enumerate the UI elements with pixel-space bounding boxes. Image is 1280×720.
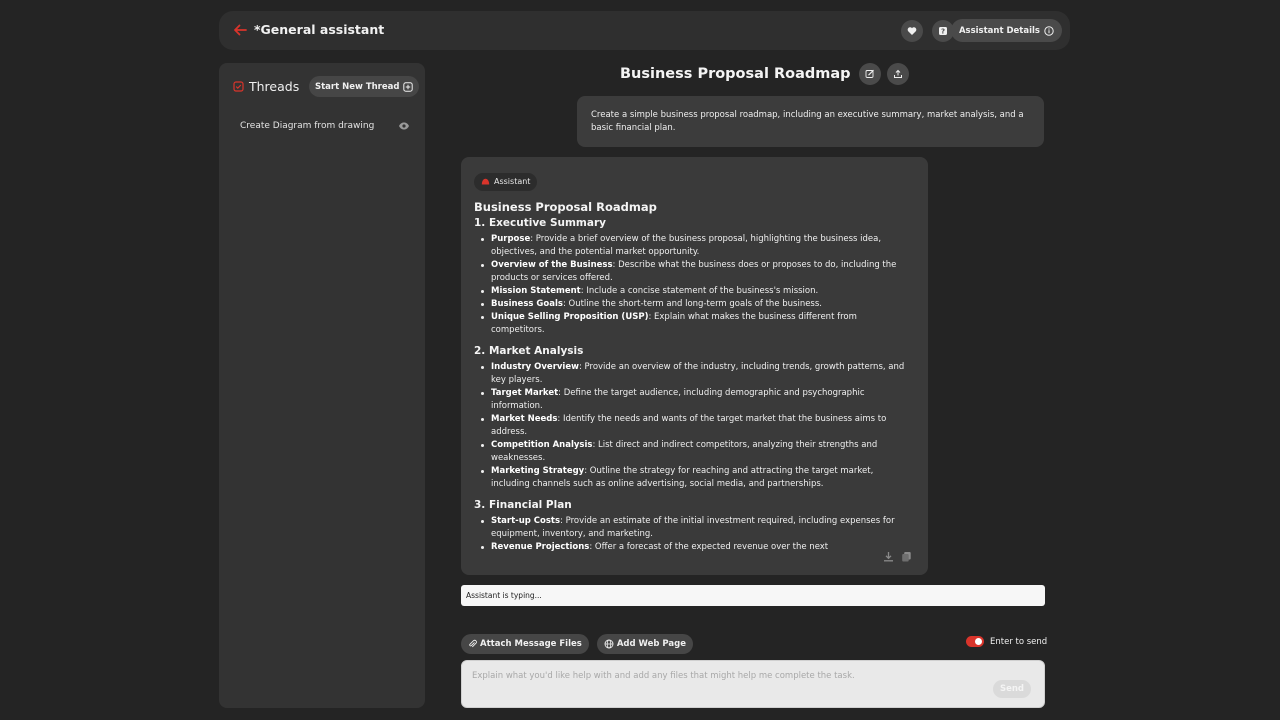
list-item-term: Marketing Strategy xyxy=(491,465,585,476)
assistant-message: Assistant Business Proposal Roadmap 1. E… xyxy=(461,157,928,575)
list-item-text: : Outline the short-term and long-term g… xyxy=(562,298,822,309)
edit-title-button[interactable] xyxy=(858,62,881,85)
list-item-term: Market Needs xyxy=(491,413,558,424)
list-item: Overview of the Business: Describe what … xyxy=(481,259,915,285)
section-heading: 2. Market Analysis xyxy=(474,344,584,357)
list-item: Revenue Projections: Offer a forecast of… xyxy=(481,541,915,554)
section-heading: 1. Executive Summary xyxy=(474,216,606,229)
section-list: Industry Overview: Provide an overview o… xyxy=(481,361,915,491)
assistant-badge: Assistant xyxy=(474,172,538,191)
list-item: Competition Analysis: List direct and in… xyxy=(481,439,915,465)
heart-icon xyxy=(907,27,917,35)
top-bar: *General assistant ? Assistant Details xyxy=(219,11,1070,50)
back-arrow-icon[interactable] xyxy=(232,22,248,38)
list-item-term: Industry Overview xyxy=(491,361,579,372)
chat-title: Business Proposal Roadmap xyxy=(620,65,851,82)
add-icon xyxy=(403,81,414,92)
threads-header: Threads xyxy=(233,79,299,94)
response-heading: Business Proposal Roadmap xyxy=(474,199,657,214)
start-new-thread-button[interactable]: Start New Thread xyxy=(309,76,420,97)
assistant-badge-label: Assistant xyxy=(494,177,531,186)
send-button[interactable]: Send xyxy=(992,680,1031,698)
list-item-term: Purpose xyxy=(491,233,531,244)
enter-to-send-label: Enter to send xyxy=(990,636,1048,647)
list-item: Market Needs: Identify the needs and wan… xyxy=(481,413,915,439)
response-sections: 1. Executive Summary Purpose: Provide a b… xyxy=(474,217,915,554)
list-item-term: Business Goals xyxy=(491,298,563,309)
download-icon[interactable] xyxy=(883,551,894,562)
attach-files-button[interactable]: Attach Message Files xyxy=(461,634,589,654)
info-icon xyxy=(1044,25,1054,36)
edit-icon xyxy=(865,69,874,78)
assistant-title: *General assistant xyxy=(254,22,385,37)
list-item-text: : Provide a brief overview of the busine… xyxy=(491,233,882,257)
eye-icon[interactable] xyxy=(398,121,410,131)
enter-to-send: Enter to send xyxy=(966,636,1047,647)
list-item: Unique Selling Proposition (USP): Explai… xyxy=(481,311,915,337)
message-actions xyxy=(883,551,912,562)
threads-check-icon xyxy=(233,81,244,92)
list-item-term: Mission Statement xyxy=(491,285,581,296)
list-item-term: Competition Analysis xyxy=(491,439,593,450)
typing-status: Assistant is typing... xyxy=(461,585,1045,606)
threads-title: Threads xyxy=(249,79,300,94)
section-heading: 3. Financial Plan xyxy=(474,498,572,511)
favorite-button[interactable] xyxy=(901,20,923,42)
list-item: Purpose: Provide a brief overview of the… xyxy=(481,233,915,259)
assistant-details-button[interactable]: Assistant Details xyxy=(950,19,1062,42)
chat-title-row: Business Proposal Roadmap xyxy=(620,62,909,85)
thread-item[interactable]: Create Diagram from drawing xyxy=(240,119,410,133)
copy-icon[interactable] xyxy=(901,551,912,562)
list-item: Mission Statement: Include a concise sta… xyxy=(481,285,915,298)
start-new-thread-label: Start New Thread xyxy=(315,81,400,92)
section-list: Purpose: Provide a brief overview of the… xyxy=(481,233,915,337)
list-item: Industry Overview: Provide an overview o… xyxy=(481,361,915,387)
enter-to-send-toggle[interactable] xyxy=(966,636,984,647)
thread-label: Create Diagram from drawing xyxy=(240,121,375,131)
globe-icon xyxy=(604,639,614,649)
user-message: Create a simple business proposal roadma… xyxy=(577,96,1044,147)
threads-sidebar: Threads Start New Thread Create Diagram … xyxy=(219,63,425,708)
list-item: Marketing Strategy: Outline the strategy… xyxy=(481,465,915,491)
add-web-page-label: Add Web Page xyxy=(616,639,687,649)
attach-files-label: Attach Message Files xyxy=(480,639,582,649)
assistant-avatar-icon xyxy=(481,178,490,185)
list-item-term: Target Market xyxy=(491,387,559,398)
list-item-text: : Include a concise statement of the bus… xyxy=(580,285,819,296)
add-web-page-button[interactable]: Add Web Page xyxy=(596,634,694,654)
list-item: Start-up Costs: Provide an estimate of t… xyxy=(481,515,915,541)
message-input[interactable] xyxy=(462,661,1044,707)
svg-text:?: ? xyxy=(941,28,945,36)
list-item: Business Goals: Outline the short-term a… xyxy=(481,298,915,311)
list-item-term: Revenue Projections xyxy=(491,541,590,552)
paperclip-icon xyxy=(469,639,477,648)
help-icon: ? xyxy=(939,27,947,36)
section-list: Start-up Costs: Provide an estimate of t… xyxy=(481,515,915,554)
list-item-term: Overview of the Business xyxy=(491,259,613,270)
upload-icon xyxy=(893,69,902,78)
list-item: Target Market: Define the target audienc… xyxy=(481,387,915,413)
message-composer: Send xyxy=(461,660,1045,708)
composer-actions: Attach Message Files Add Web Page xyxy=(461,634,694,654)
assistant-details-label: Assistant Details xyxy=(958,25,1040,36)
list-item-term: Unique Selling Proposition (USP) xyxy=(491,311,649,322)
list-item-text: : Offer a forecast of the expected reven… xyxy=(589,541,829,552)
list-item-term: Start-up Costs xyxy=(491,515,561,526)
share-button[interactable] xyxy=(886,62,909,85)
